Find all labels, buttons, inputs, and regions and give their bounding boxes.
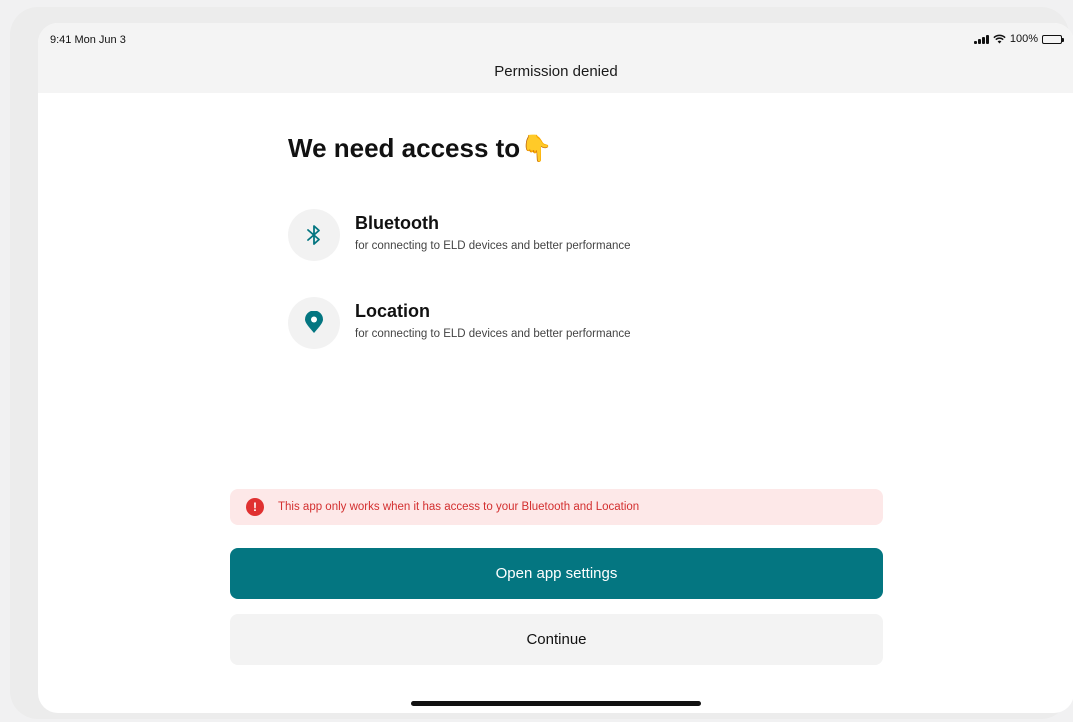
battery-percentage: 100% xyxy=(1009,33,1038,45)
permission-item-location: Location for connecting to ELD devices a… xyxy=(288,297,631,349)
permission-title: Bluetooth xyxy=(355,213,439,233)
home-indicator[interactable] xyxy=(411,701,701,706)
error-alert: ! This app only works when it has access… xyxy=(230,489,883,525)
continue-button[interactable]: Continue xyxy=(230,614,883,665)
alert-message: This app only works when it has access t… xyxy=(278,501,640,513)
wifi-icon xyxy=(993,34,1006,44)
permission-title: Location xyxy=(355,301,430,321)
app-screen: 9:41 Mon Jun 3 100% Permission denied We… xyxy=(38,23,1073,713)
status-indicators: 100% xyxy=(973,33,1064,45)
error-icon: ! xyxy=(246,498,264,516)
top-bar: 9:41 Mon Jun 3 100% Permission denied xyxy=(38,23,1073,93)
location-pin-icon xyxy=(288,297,340,349)
status-time: 9:41 Mon Jun 3 xyxy=(50,34,126,46)
cellular-signal-icon xyxy=(973,34,989,44)
battery-icon xyxy=(1042,34,1064,44)
tablet-frame: 9:41 Mon Jun 3 100% Permission denied We… xyxy=(10,7,1073,719)
headline: We need access to👇 xyxy=(288,133,553,163)
page-title: Permission denied xyxy=(494,63,618,80)
permission-description: for connecting to ELD devices and better… xyxy=(355,328,631,340)
permission-item-bluetooth: Bluetooth for connecting to ELD devices … xyxy=(288,209,631,261)
open-app-settings-button[interactable]: Open app settings xyxy=(230,548,883,599)
bluetooth-icon xyxy=(288,209,340,261)
permission-description: for connecting to ELD devices and better… xyxy=(355,240,631,252)
